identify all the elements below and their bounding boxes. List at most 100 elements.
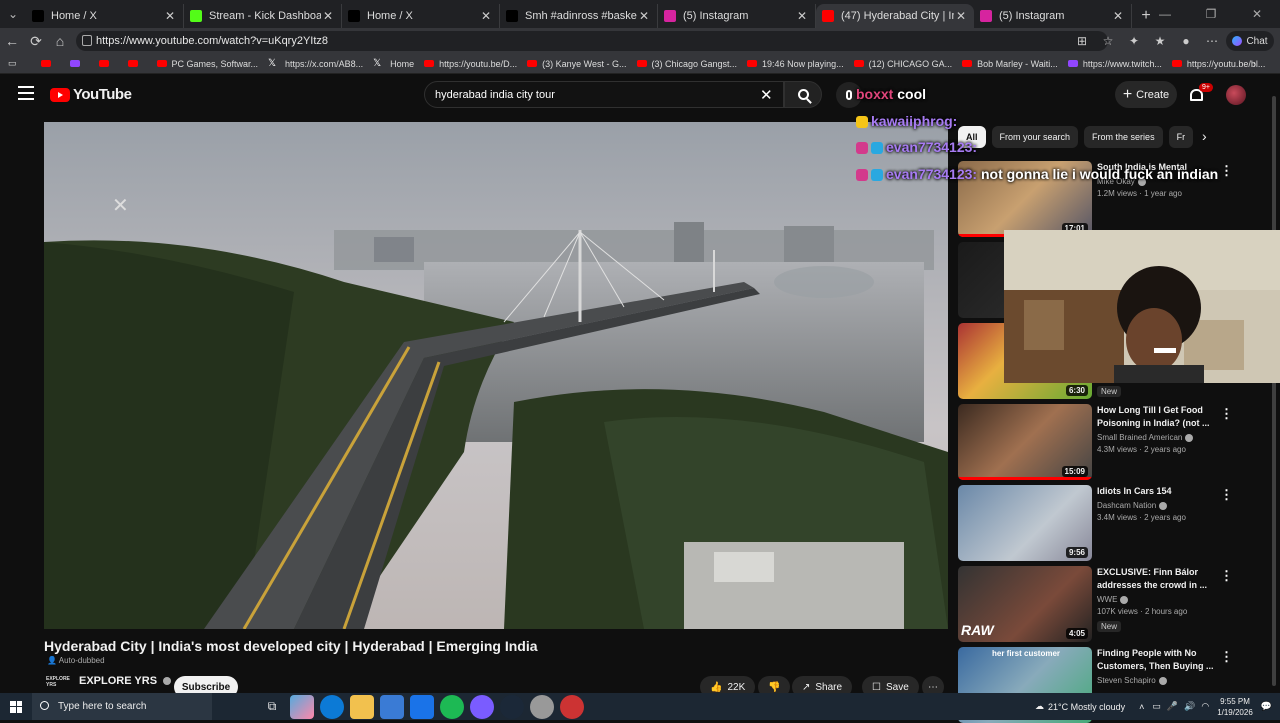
related-channel[interactable]: Dashcam Nation <box>1097 501 1237 510</box>
reload-button[interactable]: ⟳ <box>24 29 48 53</box>
close-tab-icon[interactable]: ✕ <box>637 9 651 23</box>
tab-search-button[interactable]: ⌄ <box>0 0 26 28</box>
more-options-icon[interactable]: ⋮ <box>1220 406 1233 422</box>
task-view-icon[interactable]: ⧉ <box>260 695 284 719</box>
channel-name[interactable]: EXPLORE YRS <box>79 675 172 687</box>
taskbar-search-input[interactable]: Type here to search <box>32 693 212 720</box>
app-install-icon[interactable]: ⊞ <box>1074 31 1090 51</box>
close-tab-icon[interactable]: ✕ <box>163 9 177 23</box>
related-video-title[interactable]: EXCLUSIVE: Finn Bálor addresses the crow… <box>1097 566 1237 592</box>
store-icon[interactable] <box>380 694 404 719</box>
video-player[interactable] <box>44 122 948 629</box>
overlay-close-icon[interactable]: ✕ <box>112 196 129 216</box>
bookmark-item[interactable] <box>127 60 143 67</box>
search-button[interactable] <box>784 81 822 108</box>
guide-menu-icon[interactable] <box>18 86 34 100</box>
bookmark-item[interactable]: Bob Marley - Waiti... <box>962 59 1058 69</box>
settings-app-icon[interactable] <box>530 694 554 719</box>
obs-icon[interactable] <box>560 694 584 719</box>
browser-tab[interactable]: (5) Instagram ✕ <box>658 4 816 28</box>
bookmark-item[interactable]: 𝕏https://x.com/AB8... <box>268 58 363 69</box>
volume-icon[interactable]: 🔊 <box>1184 701 1195 712</box>
bookmark-item[interactable] <box>98 60 114 67</box>
filter-chip[interactable]: From the series <box>1084 126 1163 148</box>
more-options-icon[interactable]: ⋮ <box>1220 163 1233 179</box>
close-tab-icon[interactable]: ✕ <box>1111 9 1125 23</box>
back-button[interactable]: ← <box>0 29 24 53</box>
bookmark-item[interactable]: 19:46 Now playing... <box>747 59 844 69</box>
bookmark-item[interactable]: (12) CHICAGO GA... <box>853 59 952 69</box>
related-channel[interactable]: Small Brained American <box>1097 433 1237 442</box>
browser-tab[interactable]: Home / X ✕ <box>26 4 184 28</box>
edge-icon[interactable] <box>320 694 344 719</box>
extensions-icon[interactable]: ✦ <box>1126 31 1142 51</box>
browser-tab[interactable]: (47) Hyderabad City | India's mo✕ <box>816 4 974 28</box>
browser-tab[interactable]: Smh #adinross #basketball #psych✕ <box>500 4 658 28</box>
close-tab-icon[interactable]: ✕ <box>479 9 493 23</box>
weather-text[interactable]: 21°C Mostly cloudy <box>1048 702 1125 712</box>
related-video-item[interactable]: 9:56 Idiots In Cars 154 Dashcam Nation 3.4M… <box>958 485 1258 561</box>
microphone-tray-icon[interactable]: 🎤 <box>1167 701 1178 712</box>
related-video-item[interactable]: 15:09 How Long Till I Get Food Poisoning … <box>958 404 1258 480</box>
reading-list-icon[interactable]: ▭ <box>8 58 17 69</box>
profile-icon[interactable]: ● <box>1178 31 1194 51</box>
bookmark-item[interactable]: PC Games, Softwar... <box>156 59 258 69</box>
notification-center-icon[interactable]: 💬 <box>1261 701 1272 712</box>
related-video-title[interactable]: How Long Till I Get Food Poisoning in In… <box>1097 404 1237 430</box>
video-thumbnail[interactable]: 4:05 RAW <box>958 566 1092 642</box>
steam-icon[interactable] <box>500 694 524 719</box>
video-thumbnail[interactable]: 9:56 <box>958 485 1092 561</box>
related-channel[interactable]: Steven Schapiro <box>1097 676 1237 685</box>
bookmark-item[interactable]: https://youtu.be/D... <box>424 59 517 69</box>
bookmarks-overflow-icon[interactable]: › <box>1253 59 1256 69</box>
more-options-icon[interactable]: ⋮ <box>1220 568 1233 584</box>
create-button[interactable]: + Create <box>1115 81 1177 108</box>
clock[interactable]: 9:55 PM 1/19/2026 <box>1217 696 1253 718</box>
network-icon[interactable]: ▭ <box>1152 701 1161 712</box>
filter-chip[interactable]: Fr <box>1168 126 1194 148</box>
favorites-icon[interactable]: ★ <box>1152 31 1168 51</box>
close-tab-icon[interactable]: ✕ <box>321 9 335 23</box>
outlook-icon[interactable] <box>410 694 434 719</box>
bookmark-item[interactable]: (3) Kanye West - G... <box>527 59 627 69</box>
copilot-app-icon[interactable] <box>290 694 314 719</box>
minimize-button[interactable]: — <box>1142 0 1188 28</box>
bookmark-star-icon[interactable]: ☆ <box>1100 31 1116 51</box>
related-video-item[interactable]: 4:05 RAW EXCLUSIVE: Finn Bálor addresses t… <box>958 566 1258 642</box>
bookmark-item[interactable]: https://www.twitch... <box>1067 59 1162 69</box>
more-options-icon[interactable]: ⋮ <box>1220 649 1233 665</box>
site-info-icon[interactable] <box>82 35 92 46</box>
home-button[interactable]: ⌂ <box>48 29 72 53</box>
channel-avatar[interactable]: EXPLORE YRS <box>46 676 70 692</box>
file-explorer-icon[interactable] <box>350 694 374 719</box>
search-input[interactable]: hyderabad india city tour <box>424 81 784 108</box>
close-tab-icon[interactable]: ✕ <box>795 9 809 23</box>
close-window-button[interactable]: ✕ <box>1234 0 1280 28</box>
page-scrollbar[interactable] <box>1270 86 1278 690</box>
menu-icon[interactable]: ⋯ <box>1204 31 1220 51</box>
tray-chevron-icon[interactable]: ˄ <box>1139 702 1144 712</box>
youtube-logo[interactable]: YouTube <box>50 86 132 103</box>
maximize-button[interactable]: ❐ <box>1188 0 1234 28</box>
video-thumbnail[interactable]: 15:09 <box>958 404 1092 480</box>
bookmark-item[interactable] <box>40 60 56 67</box>
browser-tab[interactable]: (5) Instagram ✕ <box>974 4 1132 28</box>
related-channel[interactable]: WWE <box>1097 595 1237 604</box>
bookmark-item[interactable] <box>69 60 85 67</box>
filter-chip[interactable]: From your search <box>991 126 1079 148</box>
bookmark-item[interactable]: (3) Chicago Gangst... <box>636 59 737 69</box>
wifi-icon[interactable]: ◠ <box>1201 701 1209 712</box>
related-video-title[interactable]: Finding People with No Customers, Then B… <box>1097 647 1237 673</box>
clear-search-icon[interactable]: ✕ <box>760 86 773 104</box>
more-options-icon[interactable]: ⋮ <box>1220 487 1233 503</box>
url-field[interactable]: https://www.youtube.com/watch?v=uKqry2YI… <box>76 31 1108 51</box>
bookmark-item[interactable]: https://youtu.be/bl... <box>1171 59 1265 69</box>
browser-tab[interactable]: Stream - Kick Dashboard ✕ <box>184 4 342 28</box>
chips-next-icon[interactable]: › <box>1202 128 1207 144</box>
spotify-icon[interactable] <box>440 694 464 719</box>
browser-tab[interactable]: Home / X ✕ <box>342 4 500 28</box>
copilot-chat-button[interactable]: Chat <box>1226 31 1274 51</box>
related-video-title[interactable]: Idiots In Cars 154 <box>1097 485 1237 498</box>
bookmark-item[interactable]: 𝕏 Home <box>373 58 414 69</box>
discord-icon[interactable] <box>470 694 494 719</box>
